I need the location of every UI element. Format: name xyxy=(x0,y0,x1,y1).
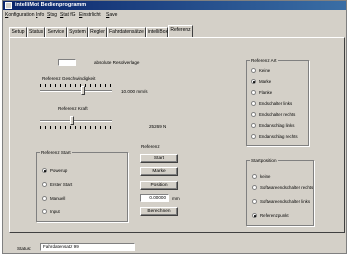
referenz-title: Referenz xyxy=(141,144,160,149)
radio-input[interactable]: Input xyxy=(42,209,60,215)
resolver-position-field xyxy=(58,59,76,66)
radio-marke[interactable]: Marke xyxy=(251,79,271,85)
menu-stsg[interactable]: Stsg xyxy=(47,11,57,19)
window-title: intelliMot Bedienprogramm xyxy=(15,2,87,8)
startposition-group: Startposition keine Softwareendschalter … xyxy=(246,158,314,226)
speed-value: 10.000 mm/s xyxy=(121,89,148,94)
status-field: Fahrdatensatz 99 xyxy=(40,243,135,251)
tab-regler[interactable]: Regler xyxy=(88,27,107,37)
startposition-title: Startposition xyxy=(250,158,278,163)
radio-endanschlag-rechts[interactable]: Endanschlag rechts xyxy=(251,134,298,140)
referenz-art-group: Referenz Art Keine Marke Flanke Endschal… xyxy=(246,58,309,146)
start-button[interactable]: Start xyxy=(140,154,178,163)
resolver-position-label: absolute Resolverlage xyxy=(94,60,140,65)
tab-fahrdatensaetze[interactable]: Fahrdatensätze xyxy=(107,27,146,37)
force-ticks xyxy=(40,126,112,129)
referenz-start-group: Referenz Start Powerup Erster Start Manu… xyxy=(36,150,128,222)
tab-referenz[interactable]: Referenz xyxy=(168,25,193,37)
menu-info[interactable]: Info xyxy=(36,11,44,19)
speed-slider-thumb[interactable] xyxy=(81,86,86,95)
speed-slider-track[interactable] xyxy=(40,90,112,92)
title-bar[interactable]: intelliMot Bedienprogramm xyxy=(3,1,346,10)
radio-erster-start[interactable]: Erster Start xyxy=(42,182,72,188)
radio-endschalter-rechts[interactable]: Endschalter rechts xyxy=(251,112,295,118)
tab-status[interactable]: Status xyxy=(27,27,45,37)
menu-stat-fg[interactable]: Stat fG xyxy=(60,11,76,19)
radio-powerup[interactable]: Powerup xyxy=(42,168,67,174)
force-value: 25269 N xyxy=(149,124,167,129)
referenz-start-title: Referenz Start xyxy=(40,150,72,155)
referenz-panel: absolute Resolverlage Referenz Geschwind… xyxy=(9,37,345,233)
force-slider-thumb[interactable] xyxy=(70,116,75,125)
tab-system[interactable]: System xyxy=(67,27,88,37)
speed-ticks xyxy=(40,84,112,87)
radio-endschalter-links[interactable]: Endschalter links xyxy=(251,101,292,107)
app-icon xyxy=(5,2,12,9)
radio-start-keine[interactable]: keine xyxy=(252,174,271,180)
status-bar: Status: Fahrdatensatz 99 xyxy=(3,243,346,253)
radio-endanschlag-links[interactable]: Endanschlag links xyxy=(251,123,294,129)
menu-save[interactable]: Save xyxy=(106,11,117,19)
berechnen-button[interactable]: Berechnen xyxy=(140,207,178,216)
marke-button[interactable]: Marke xyxy=(140,167,178,176)
radio-keine[interactable]: Keine xyxy=(251,68,270,74)
radio-softwareendschalter-links[interactable]: Softwareendschalter links xyxy=(252,199,310,205)
app-window: intelliMot Bedienprogramm Konfiguration … xyxy=(2,0,347,254)
position-button[interactable]: Position xyxy=(140,181,178,190)
radio-flanke[interactable]: Flanke xyxy=(251,90,272,96)
radio-softwareendschalter-rechts[interactable]: Softwareendschalter rechts xyxy=(252,185,313,191)
position-unit: mm xyxy=(172,196,180,201)
force-label: Referenz Kraft xyxy=(58,106,88,111)
menu-einstrlicht[interactable]: Einstrlicht xyxy=(79,11,101,19)
speed-label: Referenz Geschwindigkeit xyxy=(42,76,96,81)
radio-referenzpunkt[interactable]: Referenzpunkt xyxy=(252,213,289,219)
tab-setup[interactable]: Setup xyxy=(9,27,27,37)
tab-service[interactable]: Service xyxy=(45,27,67,37)
position-value-field[interactable]: 0.00000 xyxy=(140,194,169,202)
menu-konfiguration[interactable]: Konfiguration xyxy=(5,11,34,19)
force-slider-track[interactable] xyxy=(40,120,112,122)
radio-manuell[interactable]: Manuell xyxy=(42,196,65,202)
status-label: Status: xyxy=(17,246,32,251)
menu-bar: Konfiguration Info Stsg Stat fG Einstrli… xyxy=(3,11,346,19)
referenz-art-title: Referenz Art xyxy=(250,58,278,63)
tab-intellibox[interactable]: intelliBox xyxy=(146,27,168,37)
